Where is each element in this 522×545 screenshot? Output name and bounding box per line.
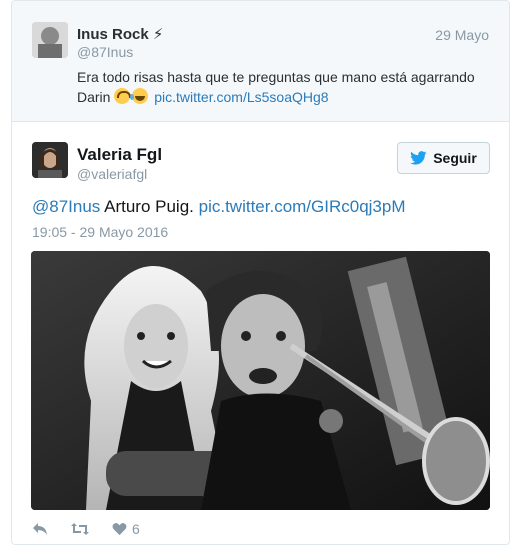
- parent-author-handle[interactable]: @87Inus: [77, 44, 133, 60]
- parent-avatar[interactable]: [32, 22, 68, 58]
- tweet-photo[interactable]: [31, 251, 490, 510]
- tweet-timestamp[interactable]: 19:05 - 29 Mayo 2016: [32, 224, 168, 240]
- follow-label: Seguir: [433, 150, 477, 166]
- retweet-icon: [71, 523, 89, 535]
- parent-author-name[interactable]: Inus Rock ⚡: [77, 25, 163, 43]
- reply-icon: [33, 523, 47, 535]
- author-avatar[interactable]: [32, 142, 68, 178]
- parent-date[interactable]: 29 Mayo: [435, 27, 489, 43]
- reply-button[interactable]: [32, 522, 48, 536]
- tweet-text: @87Inus Arturo Puig. pic.twitter.com/GIR…: [32, 197, 406, 217]
- like-button[interactable]: 6: [112, 521, 140, 537]
- tweet-actions: 6: [32, 520, 162, 538]
- quoted-tweet[interactable]: Inus Rock ⚡ @87Inus 29 Mayo Era todo ris…: [12, 1, 509, 122]
- tears-of-joy-emoji-icon: [130, 88, 149, 104]
- follow-button[interactable]: Seguir: [397, 142, 490, 174]
- heart-icon: [112, 523, 127, 536]
- author-handle[interactable]: @valeriafgl: [77, 166, 147, 182]
- parent-pic-link[interactable]: pic.twitter.com/Ls5soaQHg8: [154, 89, 328, 105]
- like-count: 6: [132, 521, 140, 537]
- retweet-button[interactable]: [70, 522, 90, 536]
- pic-link[interactable]: pic.twitter.com/GIRc0qj3pM: [199, 197, 406, 216]
- tweet-embed: Inus Rock ⚡ @87Inus 29 Mayo Era todo ris…: [11, 0, 510, 545]
- mention-link[interactable]: @87Inus: [32, 197, 100, 216]
- tweet-text-body: Arturo Puig.: [104, 197, 194, 216]
- upside-down-face-emoji-icon: [114, 88, 132, 104]
- parent-tweet-text: Era todo risas hasta que te preguntas qu…: [77, 67, 497, 107]
- photo-image: [31, 251, 490, 510]
- twitter-bird-icon: [410, 151, 427, 165]
- author-name[interactable]: Valeria Fgl: [77, 145, 162, 165]
